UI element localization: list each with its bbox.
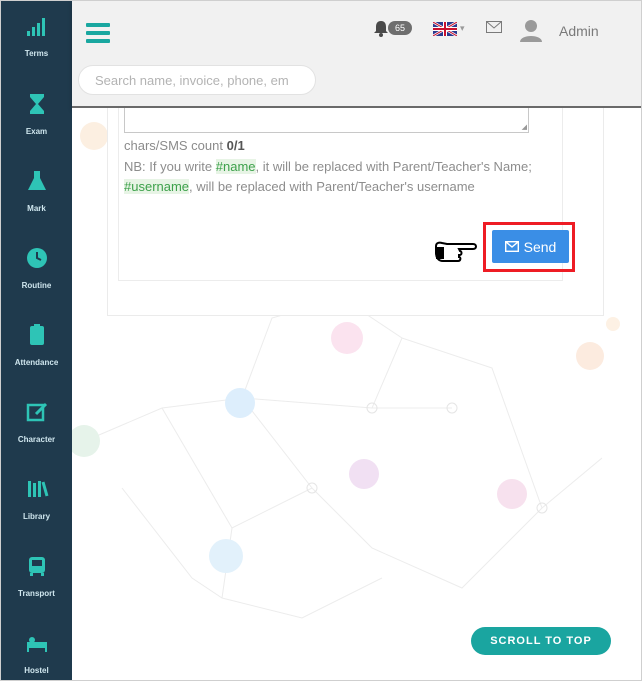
- sidebar-item-label: Routine: [21, 281, 52, 290]
- sidebar-item-transport[interactable]: Transport: [1, 543, 72, 613]
- sidebar-item-character[interactable]: Character: [1, 389, 72, 459]
- placeholder-note: NB: If you write #name, it will be repla…: [124, 157, 534, 197]
- bus-icon: [28, 557, 45, 576]
- envelope-icon: [504, 241, 519, 252]
- resize-handle-icon[interactable]: ◢: [522, 123, 527, 131]
- sms-form-panel: ◢ chars/SMS count 0/1 NB: If you write #…: [107, 108, 604, 316]
- user-avatar-icon[interactable]: [518, 17, 544, 43]
- clipboard-icon: [29, 324, 44, 345]
- sidebar-item-label: Mark: [27, 204, 46, 213]
- top-header: 65 ▾ Admin: [72, 1, 641, 108]
- sidebar-item-hostel[interactable]: Hostel: [1, 620, 72, 680]
- send-button[interactable]: Send: [492, 230, 569, 263]
- hourglass-icon: [29, 94, 44, 114]
- bed-icon: [26, 637, 47, 652]
- uk-flag-icon[interactable]: [433, 22, 457, 36]
- sms-count-label: chars/SMS count: [124, 138, 223, 153]
- note-prefix: NB: If you write: [124, 159, 213, 174]
- name-tag: #name: [215, 159, 256, 174]
- note-middle: , it will be replaced with Parent/Teache…: [255, 159, 532, 174]
- main-content: ◢ chars/SMS count 0/1 NB: If you write #…: [72, 108, 641, 680]
- sidebar-item-library[interactable]: Library: [1, 466, 72, 536]
- edit-icon: [26, 402, 47, 422]
- sidebar-item-exam[interactable]: Exam: [1, 81, 72, 151]
- username-tag: #username: [124, 179, 190, 194]
- sidebar-item-label: Terms: [24, 49, 49, 58]
- books-icon: [27, 481, 48, 497]
- sidebar-item-label: Transport: [18, 589, 55, 598]
- sidebar-item-mark[interactable]: Mark: [1, 158, 72, 228]
- send-button-label: Send: [523, 238, 557, 255]
- sidebar-item-label: Exam: [25, 127, 48, 136]
- message-textarea[interactable]: ◢: [124, 108, 529, 133]
- user-name[interactable]: Admin: [559, 23, 599, 39]
- app-window: Terms Exam Mark Routine Attendance Chara…: [0, 0, 642, 681]
- sidebar-item-label: Character: [17, 435, 56, 444]
- sms-form-card: ◢ chars/SMS count 0/1 NB: If you write #…: [118, 108, 575, 281]
- search-input[interactable]: [78, 65, 316, 95]
- sidebar-item-attendance[interactable]: Attendance: [1, 312, 72, 382]
- notification-count-badge: 65: [388, 21, 412, 35]
- sidebar-item-label: Attendance: [14, 358, 59, 367]
- sidebar-item-terms[interactable]: Terms: [1, 3, 72, 73]
- note-suffix: , will be replaced with Parent/Teacher's…: [189, 179, 475, 194]
- mail-icon[interactable]: [486, 21, 502, 33]
- sms-count-value: 0/1: [226, 138, 245, 153]
- clock-icon: [26, 248, 47, 268]
- sidebar-item-routine[interactable]: Routine: [1, 235, 72, 305]
- sms-count: chars/SMS count 0/1: [124, 138, 245, 153]
- menu-toggle-icon[interactable]: [86, 23, 110, 43]
- pointing-hand-icon: [435, 241, 477, 262]
- sidebar-item-label: Hostel: [24, 666, 49, 675]
- signal-bars-icon: [26, 18, 45, 36]
- chevron-down-icon[interactable]: ▾: [460, 23, 465, 34]
- sidebar: Terms Exam Mark Routine Attendance Chara…: [1, 1, 72, 680]
- scroll-to-top-button[interactable]: SCROLL TO TOP: [471, 627, 611, 655]
- flask-icon: [27, 171, 46, 190]
- sidebar-item-label: Library: [22, 512, 51, 521]
